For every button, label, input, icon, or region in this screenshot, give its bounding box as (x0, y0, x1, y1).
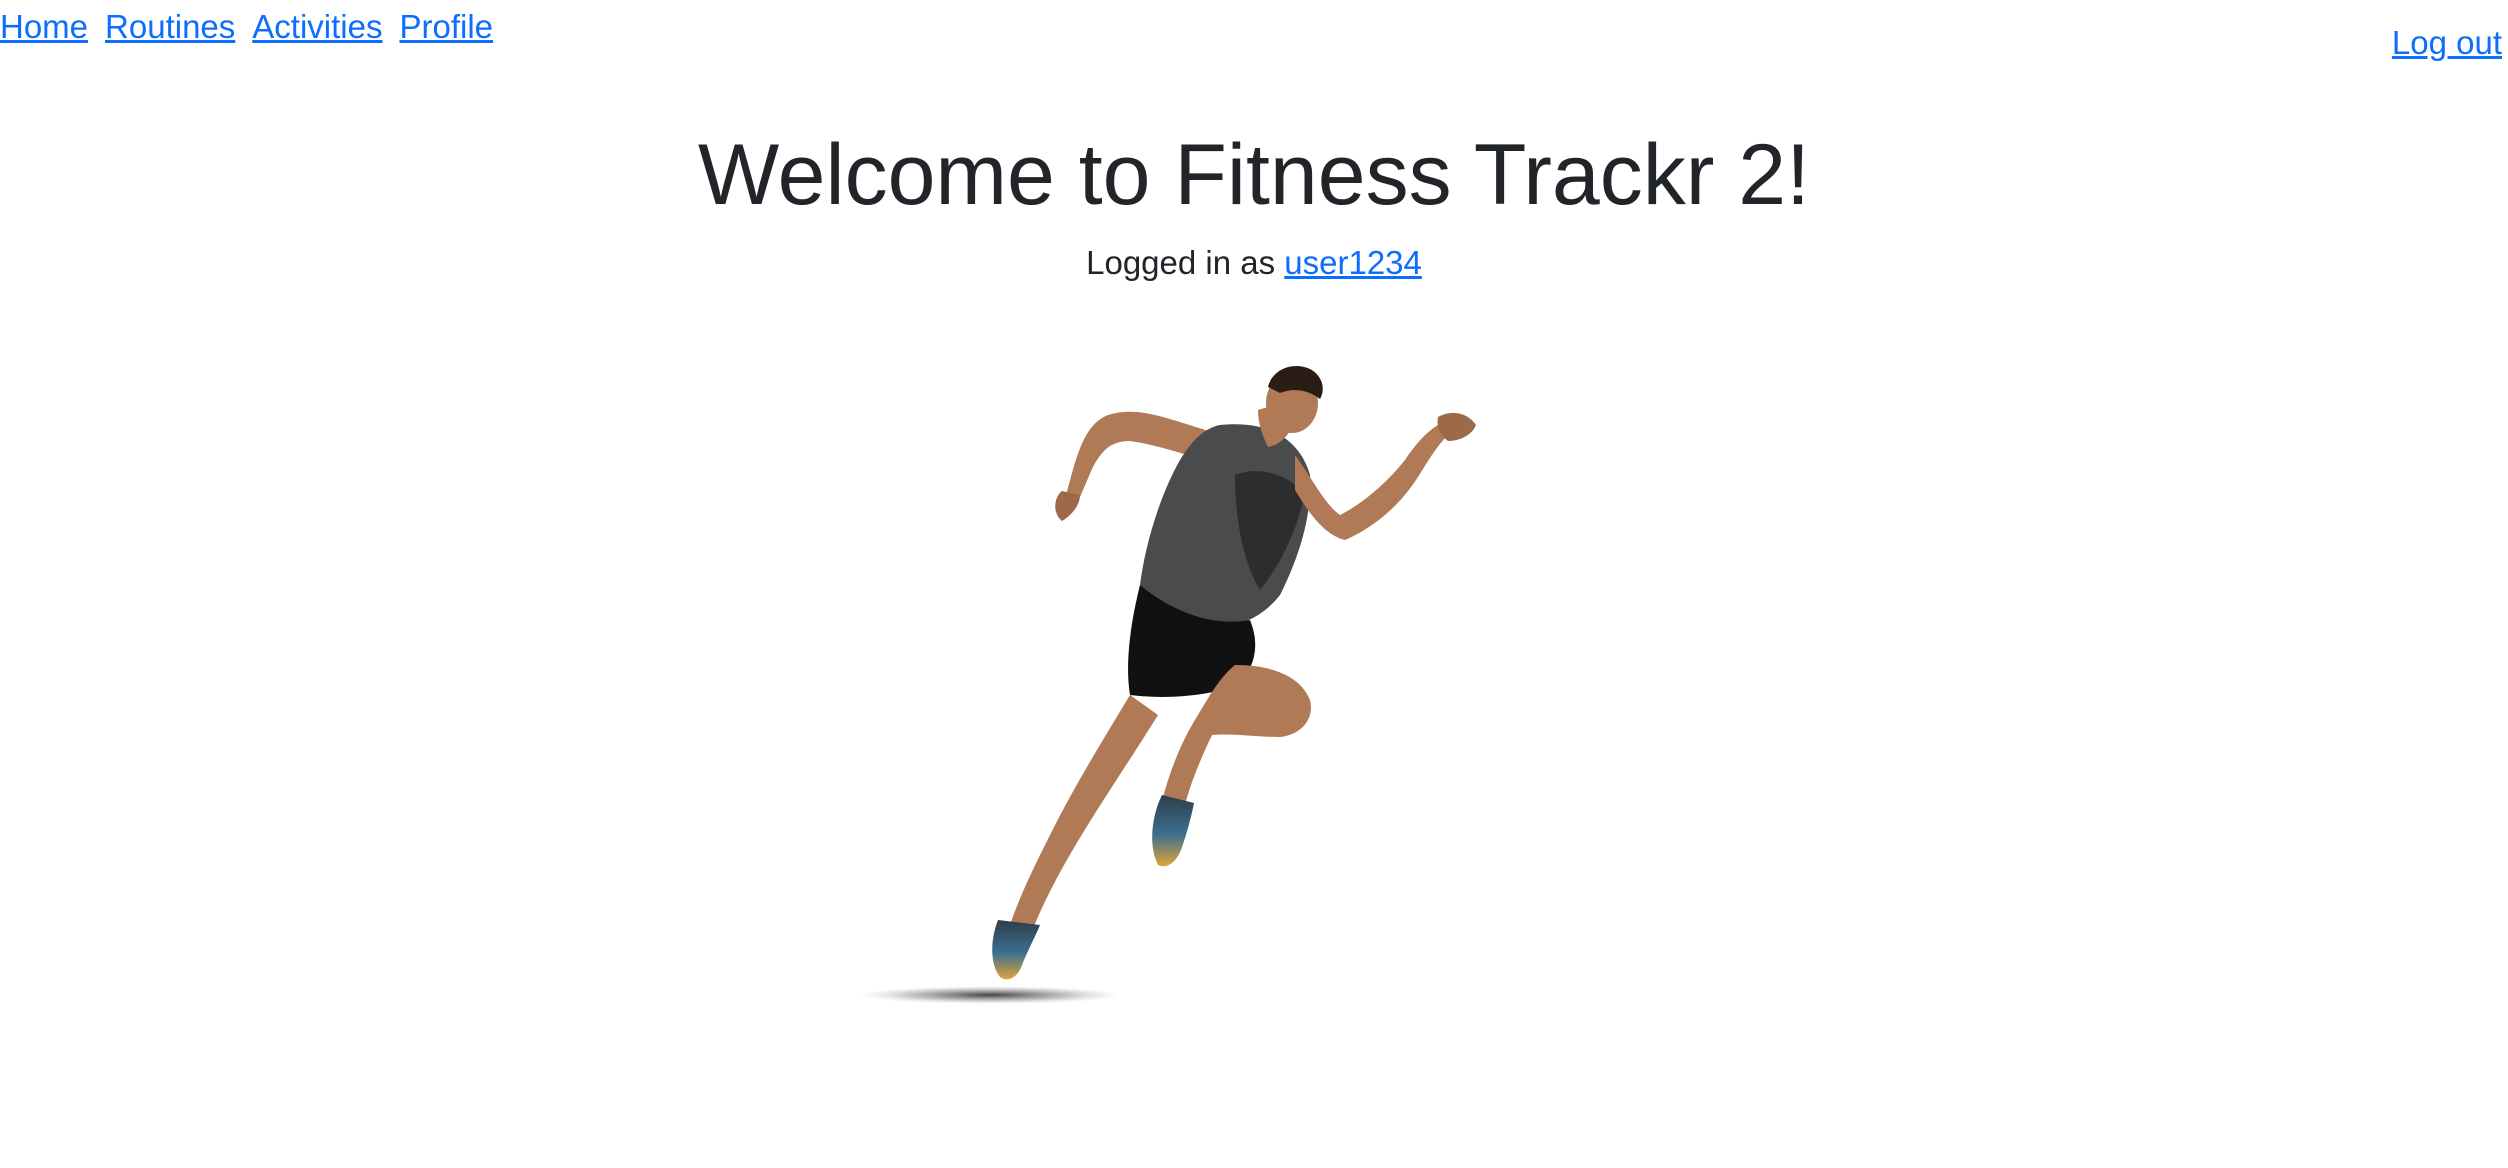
logout-link[interactable]: Log out (2392, 20, 2502, 66)
logged-in-label: Logged in as (1086, 244, 1285, 281)
back-leg (1010, 695, 1158, 931)
nav-link-activities[interactable]: Activities (252, 4, 382, 50)
ground-shadow (860, 986, 1120, 1004)
logged-in-status: Logged in as user1234 (0, 240, 2508, 286)
front-arm (1295, 425, 1448, 540)
page-title: Welcome to Fitness Trackr 2! (698, 127, 1810, 223)
front-shoe (1152, 795, 1194, 867)
nav-link-home[interactable]: Home (0, 4, 88, 50)
nav-link-profile[interactable]: Profile (399, 4, 493, 50)
nav-link-routines[interactable]: Routines (105, 4, 235, 50)
back-shoe (992, 920, 1040, 980)
sprinting-athlete-image (860, 366, 1476, 1004)
main-nav: Home Routines Activities Profile (0, 4, 493, 50)
username-link[interactable]: user1234 (1284, 244, 1422, 281)
